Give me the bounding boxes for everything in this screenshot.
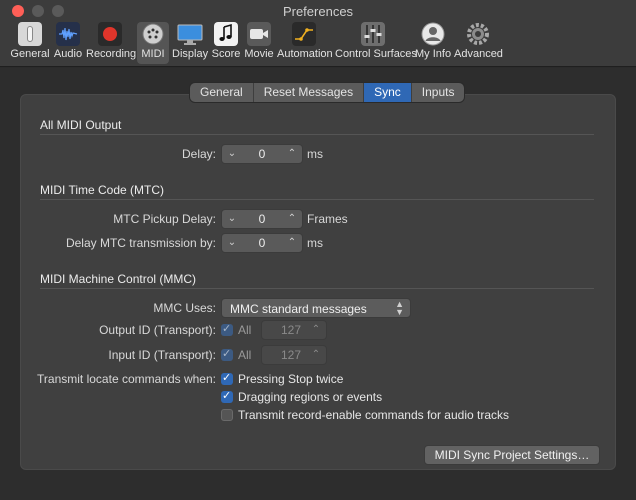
dragging-regions-checkbox[interactable]: ✓ bbox=[221, 390, 233, 403]
mtc-transmission-delay-stepper[interactable]: ⌄ 0 ⌃ bbox=[221, 233, 303, 253]
updown-chevron-icon: ▲ ▼ bbox=[395, 299, 404, 317]
checkmark-icon: ✓ bbox=[222, 390, 232, 402]
mtc-pickup-delay-label: MTC Pickup Delay: bbox=[113, 212, 216, 226]
toolbar-movie[interactable]: Movie bbox=[244, 22, 274, 64]
automation-curve-icon bbox=[292, 22, 316, 46]
transmit-locate-label: Transmit locate commands when: bbox=[37, 372, 216, 386]
midi-sync-project-settings-button[interactable]: MIDI Sync Project Settings… bbox=[424, 445, 600, 465]
toolbar-recording[interactable]: Recording bbox=[86, 22, 136, 64]
movie-camera-icon bbox=[247, 22, 271, 46]
output-id-stepper[interactable]: 127 ⌃ bbox=[261, 320, 327, 340]
mtc-pickup-delay-unit: Frames bbox=[307, 212, 348, 226]
input-id-all-checkbox[interactable]: ✓ bbox=[221, 348, 233, 361]
output-id-all-label: All bbox=[238, 323, 252, 337]
chevron-down-icon[interactable]: ⌄ bbox=[226, 147, 238, 161]
window-title: Preferences bbox=[282, 4, 354, 19]
chevron-up-icon[interactable]: ⌃ bbox=[310, 323, 322, 337]
section-divider bbox=[40, 288, 594, 289]
output-id-value[interactable]: 127 bbox=[272, 323, 310, 337]
tab-reset-messages[interactable]: Reset Messages bbox=[254, 83, 365, 102]
mmc-uses-value: MMC standard messages bbox=[230, 302, 367, 316]
chevron-down-icon[interactable]: ⌄ bbox=[226, 236, 238, 250]
checkmark-icon: ✓ bbox=[222, 372, 232, 384]
mtc-transmission-delay-value[interactable]: 0 bbox=[240, 236, 284, 250]
tab-inputs[interactable]: Inputs bbox=[412, 83, 465, 102]
display-monitor-icon bbox=[177, 22, 203, 46]
mtc-heading: MIDI Time Code (MTC) bbox=[40, 183, 165, 197]
chevron-up-icon[interactable]: ⌃ bbox=[286, 147, 298, 161]
tab-general[interactable]: General bbox=[190, 83, 254, 102]
title-bar: Preferences General Audio Recording MIDI… bbox=[0, 0, 636, 67]
general-switch-icon bbox=[18, 22, 42, 46]
section-divider bbox=[40, 134, 594, 135]
toolbar-midi[interactable]: MIDI bbox=[137, 22, 169, 64]
pressing-stop-twice-label: Pressing Stop twice bbox=[238, 372, 344, 386]
mmc-uses-select[interactable]: MMC standard messages ▲ ▼ bbox=[221, 298, 411, 318]
input-id-stepper[interactable]: 127 ⌃ bbox=[261, 345, 327, 365]
transmit-record-enable-label: Transmit record-enable commands for audi… bbox=[238, 408, 509, 422]
toolbar-score[interactable]: Score bbox=[210, 22, 242, 64]
pressing-stop-twice-checkbox[interactable]: ✓ bbox=[221, 372, 233, 385]
mtc-transmission-delay-unit: ms bbox=[307, 236, 323, 250]
toolbar-control-surfaces[interactable]: Control Surfaces bbox=[335, 22, 417, 64]
mtc-pickup-delay-value[interactable]: 0 bbox=[240, 212, 284, 226]
input-id-all-label: All bbox=[238, 348, 252, 362]
mtc-pickup-delay-stepper[interactable]: ⌄ 0 ⌃ bbox=[221, 209, 303, 229]
delay-value[interactable]: 0 bbox=[240, 147, 284, 161]
delay-label: Delay: bbox=[181, 147, 216, 161]
toolbar-audio[interactable]: Audio bbox=[52, 22, 84, 64]
tab-sync[interactable]: Sync bbox=[364, 83, 412, 102]
delay-unit: ms bbox=[307, 147, 323, 161]
toolbar-display[interactable]: Display bbox=[172, 22, 208, 64]
mtc-transmission-delay-label: Delay MTC transmission by: bbox=[65, 236, 216, 250]
chevron-down-icon[interactable]: ⌄ bbox=[226, 212, 238, 226]
faders-icon bbox=[361, 22, 385, 46]
gear-icon bbox=[466, 22, 490, 46]
mmc-uses-label: MMC Uses: bbox=[153, 301, 216, 315]
toolbar-my-info[interactable]: My Info bbox=[415, 22, 451, 64]
checkmark-icon: ✓ bbox=[222, 323, 232, 335]
transmit-record-enable-checkbox[interactable] bbox=[221, 409, 233, 421]
toolbar-automation[interactable]: Automation bbox=[277, 22, 333, 64]
tab-bar: General Reset Messages Sync Inputs bbox=[190, 83, 465, 102]
delay-stepper[interactable]: ⌄ 0 ⌃ bbox=[221, 144, 303, 164]
output-id-all-checkbox[interactable]: ✓ bbox=[221, 323, 233, 336]
dragging-regions-label: Dragging regions or events bbox=[238, 390, 383, 404]
mmc-heading: MIDI Machine Control (MMC) bbox=[40, 272, 197, 286]
chevron-up-icon[interactable]: ⌃ bbox=[310, 348, 322, 362]
input-id-value[interactable]: 127 bbox=[272, 348, 310, 362]
midi-plug-icon bbox=[141, 22, 165, 46]
toolbar-advanced[interactable]: Advanced bbox=[454, 22, 503, 64]
audio-waveform-icon bbox=[56, 22, 80, 46]
all-midi-output-heading: All MIDI Output bbox=[40, 118, 122, 132]
chevron-up-icon[interactable]: ⌃ bbox=[286, 236, 298, 250]
section-divider bbox=[40, 199, 594, 200]
music-note-icon bbox=[214, 22, 238, 46]
input-id-label: Input ID (Transport): bbox=[108, 348, 216, 362]
checkmark-icon: ✓ bbox=[222, 348, 232, 360]
record-button-icon bbox=[98, 22, 122, 46]
chevron-up-icon[interactable]: ⌃ bbox=[286, 212, 298, 226]
toolbar-general[interactable]: General bbox=[10, 22, 50, 64]
user-silhouette-icon bbox=[421, 22, 445, 46]
output-id-label: Output ID (Transport): bbox=[99, 323, 216, 337]
